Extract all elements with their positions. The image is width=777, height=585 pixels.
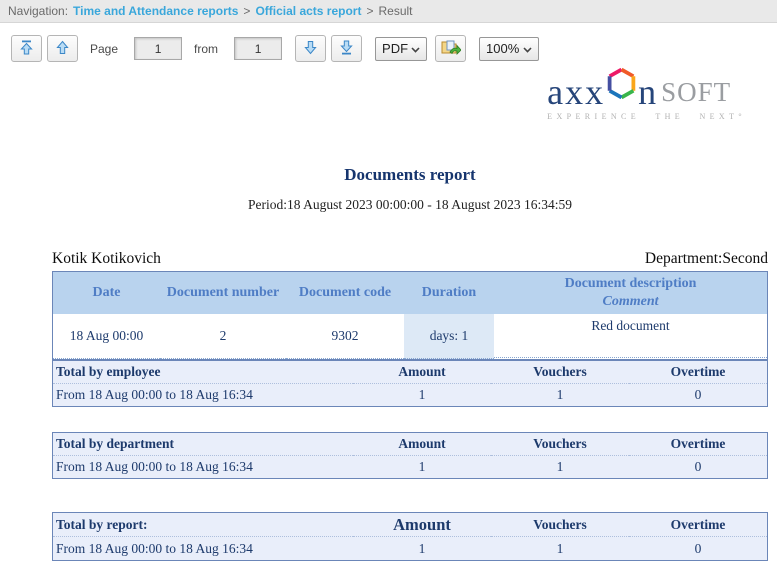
export-button[interactable] xyxy=(435,35,466,62)
documents-table: Date Document number Document code Durat… xyxy=(52,271,768,360)
total-employee-amount: 1 xyxy=(353,384,491,406)
report-period: Period:18 August 2023 00:00:00 - 18 Augu… xyxy=(52,197,768,213)
amount-header: Amount xyxy=(353,433,491,456)
total-by-employee-block: Total by employee Amount Vouchers Overti… xyxy=(52,360,768,407)
total-employee-vouchers: 1 xyxy=(491,384,629,406)
vouchers-header: Vouchers xyxy=(491,513,629,537)
breadcrumb-separator: > xyxy=(243,4,250,18)
export-folder-icon xyxy=(441,39,461,59)
zoom-select[interactable]: 100% xyxy=(479,37,539,61)
cell-description: Red document xyxy=(494,314,767,358)
previous-page-button[interactable] xyxy=(47,35,78,62)
axxonsoft-logo: axx n SOFT EXPERIENCE THE NEXT° xyxy=(547,71,746,121)
zoom-value: 100% xyxy=(486,41,519,56)
breadcrumb: Navigation: Time and Attendance reports … xyxy=(0,0,777,23)
column-header-date: Date xyxy=(53,272,160,314)
total-report-period: From 18 Aug 00:00 to 18 Aug 16:34 xyxy=(53,537,353,560)
current-page-input[interactable] xyxy=(134,37,182,60)
total-department-period: From 18 Aug 00:00 to 18 Aug 16:34 xyxy=(53,456,353,478)
total-department-overtime: 0 xyxy=(629,456,767,478)
export-format-value: PDF xyxy=(382,41,408,56)
next-page-button[interactable] xyxy=(295,35,326,62)
export-format-select[interactable]: PDF xyxy=(375,37,427,61)
total-employee-period: From 18 Aug 00:00 to 18 Aug 16:34 xyxy=(53,384,353,406)
column-header-doc-number: Document number xyxy=(160,272,286,314)
total-employee-label: Total by employee xyxy=(53,361,353,384)
total-report-amount: 1 xyxy=(353,537,491,560)
logo-text-suffix: SOFT xyxy=(661,80,731,105)
hexagon-logo-icon xyxy=(607,67,636,105)
amount-header: Amount xyxy=(353,513,491,537)
from-label: from xyxy=(194,42,218,56)
logo-text-right: n xyxy=(638,79,658,105)
total-department-vouchers: 1 xyxy=(491,456,629,478)
total-department-label: Total by department xyxy=(53,433,353,456)
page-label: Page xyxy=(90,42,118,56)
overtime-header: Overtime xyxy=(629,433,767,456)
overtime-header: Overtime xyxy=(629,361,767,384)
vouchers-header: Vouchers xyxy=(491,433,629,456)
column-header-duration: Duration xyxy=(404,272,494,314)
first-page-button[interactable] xyxy=(11,35,42,62)
chevron-down-icon xyxy=(523,41,532,56)
arrow-up-to-bar-icon xyxy=(20,40,33,58)
report-page: axx n SOFT EXPERIENCE THE NEXT° Document… xyxy=(52,71,768,561)
breadcrumb-link-time-attendance[interactable]: Time and Attendance reports xyxy=(73,4,238,18)
total-report-label: Total by report: xyxy=(53,513,353,537)
comment-header-line: Comment xyxy=(602,293,658,311)
department-label: Department:Second xyxy=(645,250,768,268)
amount-header: Amount xyxy=(353,361,491,384)
breadcrumb-separator: > xyxy=(366,4,373,18)
logo-text-left: axx xyxy=(547,79,605,105)
last-page-button[interactable] xyxy=(331,35,362,62)
total-employee-overtime: 0 xyxy=(629,384,767,406)
breadcrumb-label: Navigation: xyxy=(8,4,68,18)
arrow-down-to-bar-icon xyxy=(340,40,353,58)
total-by-department-block: Total by department Amount Vouchers Over… xyxy=(52,432,768,479)
cell-duration: days: 1 xyxy=(404,314,494,359)
vouchers-header: Vouchers xyxy=(491,361,629,384)
breadcrumb-link-official-acts[interactable]: Official acts report xyxy=(255,4,361,18)
description-header-line: Document description xyxy=(565,275,697,293)
cell-doc-code: 9302 xyxy=(286,314,404,359)
report-title: Documents report xyxy=(52,165,768,185)
column-header-description: Document description Comment xyxy=(494,272,767,314)
total-pages-input[interactable] xyxy=(234,37,282,60)
total-report-overtime: 0 xyxy=(629,537,767,560)
total-department-amount: 1 xyxy=(353,456,491,478)
column-header-doc-code: Document code xyxy=(286,272,404,314)
cell-date: 18 Aug 00:00 xyxy=(53,314,160,359)
logo-tagline: EXPERIENCE THE NEXT° xyxy=(547,112,746,121)
total-by-report-block: Total by report: Amount Vouchers Overtim… xyxy=(52,512,768,561)
overtime-header: Overtime xyxy=(629,513,767,537)
total-report-vouchers: 1 xyxy=(491,537,629,560)
arrow-up-icon xyxy=(56,40,69,58)
report-toolbar: Page from PDF xyxy=(0,35,777,62)
arrow-down-icon xyxy=(304,40,317,58)
breadcrumb-current: Result xyxy=(378,4,412,18)
cell-doc-number: 2 xyxy=(160,314,286,359)
chevron-down-icon xyxy=(411,41,420,56)
employee-name: Kotik Kotikovich xyxy=(52,250,161,268)
